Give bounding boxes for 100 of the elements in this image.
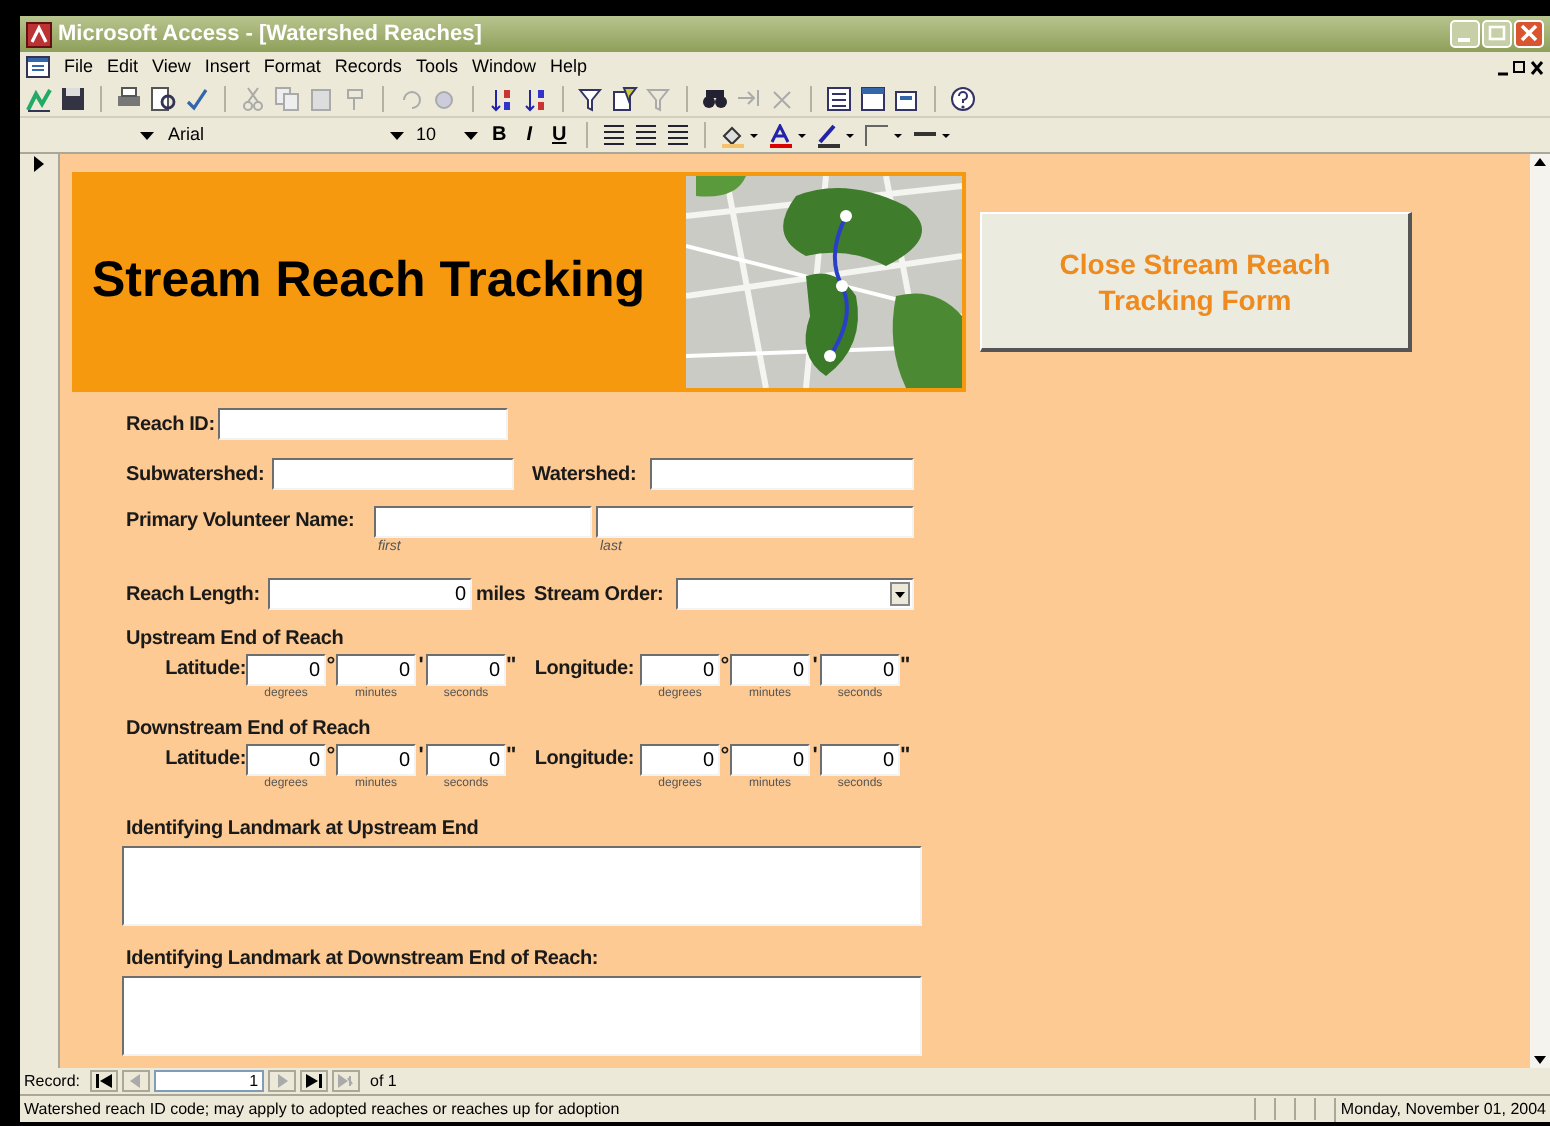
scroll-down-icon[interactable] bbox=[1534, 1056, 1546, 1064]
filter-icon[interactable] bbox=[578, 86, 604, 112]
dropdown-arrow-icon[interactable] bbox=[140, 131, 154, 139]
field-label: Identifying Landmark at Upstream End bbox=[126, 818, 481, 842]
properties-icon[interactable] bbox=[826, 86, 852, 112]
unit-label: miles bbox=[476, 581, 528, 609]
font-dropdown[interactable]: Arial bbox=[162, 121, 382, 149]
menu-item[interactable]: Insert bbox=[204, 58, 250, 76]
save-icon[interactable] bbox=[60, 86, 86, 112]
first-record-icon bbox=[96, 1074, 113, 1088]
last-record-icon bbox=[306, 1074, 323, 1088]
border-icon[interactable] bbox=[864, 123, 905, 147]
print-icon[interactable] bbox=[116, 86, 142, 112]
menu-item[interactable]: Records bbox=[334, 58, 402, 76]
input-field[interactable] bbox=[650, 458, 914, 490]
input-field[interactable] bbox=[374, 506, 592, 538]
input-field[interactable]: 0 bbox=[268, 578, 472, 610]
binoculars-icon[interactable] bbox=[702, 86, 728, 112]
previous-record-icon bbox=[128, 1074, 145, 1088]
field-label: Watershed: bbox=[532, 461, 639, 489]
menu-item[interactable]: Edit bbox=[107, 58, 139, 76]
spelling-icon[interactable] bbox=[184, 86, 210, 112]
menu-item[interactable]: Help bbox=[549, 58, 587, 76]
unit-symbol: " bbox=[900, 654, 910, 678]
underline-button[interactable]: U bbox=[546, 125, 573, 145]
dropdown-field[interactable] bbox=[676, 578, 914, 610]
align-right-icon[interactable] bbox=[666, 124, 691, 146]
input-field[interactable] bbox=[272, 458, 514, 490]
menu-item[interactable]: File bbox=[64, 58, 94, 76]
scroll-up-icon[interactable] bbox=[1534, 158, 1546, 166]
record-selector-icon[interactable] bbox=[34, 156, 44, 172]
fill-color-icon[interactable] bbox=[720, 123, 761, 147]
input-field[interactable]: 0 bbox=[640, 654, 720, 686]
input-field[interactable]: 0 bbox=[730, 744, 810, 776]
input-field[interactable]: 0 bbox=[730, 654, 810, 686]
filter-form-icon[interactable] bbox=[612, 86, 638, 112]
status-date: Monday, November 01, 2004 bbox=[1334, 1097, 1550, 1121]
window-title: Microsoft Access - [Watershed Reaches] bbox=[58, 19, 482, 50]
field-label: Longitude: bbox=[532, 746, 636, 774]
unit-symbol: ' bbox=[416, 654, 426, 678]
field-label: Latitude: bbox=[163, 656, 246, 684]
field-label: Subwatershed: bbox=[126, 461, 267, 489]
font-size-dropdown[interactable]: 10 bbox=[412, 121, 456, 149]
menu-item[interactable]: Window bbox=[471, 58, 536, 76]
unit-symbol: ° bbox=[326, 654, 336, 678]
input-field[interactable]: 0 bbox=[820, 744, 900, 776]
bold-button[interactable]: B bbox=[486, 125, 513, 145]
document-icon[interactable] bbox=[26, 56, 50, 78]
input-field[interactable]: 0 bbox=[426, 744, 506, 776]
unit-symbol: ° bbox=[720, 654, 730, 678]
restore-icon[interactable] bbox=[1496, 57, 1544, 77]
menu-item[interactable]: View bbox=[152, 58, 191, 76]
input-field[interactable] bbox=[596, 506, 914, 538]
field-label: Latitude: bbox=[163, 746, 246, 774]
record-label: Record: bbox=[24, 1069, 81, 1093]
input-field[interactable]: 0 bbox=[336, 744, 416, 776]
record-count: of 1 bbox=[370, 1069, 397, 1093]
input-field[interactable]: 0 bbox=[246, 654, 326, 686]
close-icon[interactable] bbox=[1514, 20, 1544, 48]
section-heading: Downstream End of Reach bbox=[126, 718, 373, 742]
unit-symbol: " bbox=[506, 654, 516, 678]
field-label: Primary Volunteer Name: bbox=[126, 508, 357, 536]
align-left-icon[interactable] bbox=[602, 124, 627, 146]
dropdown-arrow-icon[interactable] bbox=[390, 131, 404, 139]
next-record-icon bbox=[274, 1074, 291, 1088]
input-field[interactable]: 0 bbox=[336, 654, 416, 686]
form-title: Stream Reach Tracking bbox=[92, 250, 646, 313]
font-color-icon[interactable] bbox=[768, 123, 809, 147]
record-number-field[interactable]: 1 bbox=[154, 1070, 265, 1092]
unit-symbol: " bbox=[506, 744, 516, 768]
menu-item[interactable]: Format bbox=[263, 58, 321, 76]
design-view-icon[interactable] bbox=[26, 86, 52, 112]
field-label: Reach ID: bbox=[126, 411, 215, 439]
dropdown-arrow-icon[interactable] bbox=[464, 131, 478, 139]
database-window-icon[interactable] bbox=[860, 86, 886, 112]
print-preview-icon[interactable] bbox=[150, 86, 176, 112]
align-center-icon[interactable] bbox=[634, 124, 659, 146]
sort-ascending-icon[interactable] bbox=[488, 86, 514, 112]
input-field[interactable]: 0 bbox=[246, 744, 326, 776]
field-label: Reach Length: bbox=[126, 581, 262, 609]
text-area[interactable] bbox=[122, 976, 922, 1056]
menu-item[interactable]: Tools bbox=[415, 58, 458, 76]
input-field[interactable]: 0 bbox=[820, 654, 900, 686]
last-record-button[interactable] bbox=[300, 1070, 329, 1092]
status-message: Watershed reach ID code; may apply to adopted reaches or reaches up for adoption bbox=[22, 1097, 622, 1121]
field-label: Stream Order: bbox=[534, 581, 666, 609]
new-object-icon[interactable] bbox=[894, 86, 920, 112]
help-icon[interactable] bbox=[950, 86, 976, 112]
sort-descending-icon[interactable] bbox=[522, 86, 548, 112]
text-area[interactable] bbox=[122, 846, 922, 926]
input-field[interactable]: 0 bbox=[426, 654, 506, 686]
unit-symbol: ' bbox=[810, 654, 820, 678]
first-record-button[interactable] bbox=[90, 1070, 119, 1092]
field-label: Longitude: bbox=[532, 656, 636, 684]
input-field[interactable] bbox=[218, 408, 509, 440]
unit-symbol: ' bbox=[810, 744, 820, 768]
line-color-icon[interactable] bbox=[816, 123, 857, 147]
app-icon[interactable] bbox=[26, 21, 52, 47]
italic-button[interactable]: I bbox=[520, 125, 539, 145]
input-field[interactable]: 0 bbox=[640, 744, 720, 776]
